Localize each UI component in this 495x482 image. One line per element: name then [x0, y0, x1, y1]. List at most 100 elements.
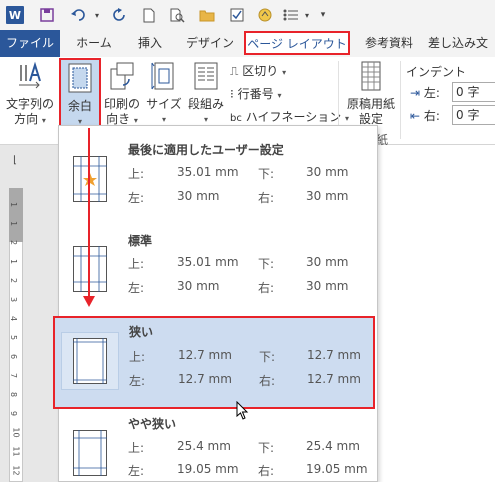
ruler-number: 1 — [9, 201, 19, 208]
right-label: 右: — [259, 374, 276, 388]
indent-left-icon: ⇥ — [410, 86, 421, 100]
word-icon: W — [6, 6, 24, 24]
orientation-button[interactable]: 印刷の 向き ▾ — [102, 61, 142, 128]
indent-heading: インデント — [406, 65, 467, 79]
quick-access-toolbar: W ▾ ▾ ▾ — [0, 0, 495, 30]
line-numbers-icon: ⁝ — [230, 87, 234, 101]
margins-button[interactable]: 余白 ▾ — [59, 58, 101, 128]
indent-left-label: ⇥ 左: — [410, 84, 440, 101]
top-value: 12.7 mm — [178, 348, 232, 362]
text-direction-icon — [19, 61, 41, 89]
bottom-label: 下: — [258, 167, 275, 181]
bottom-label: 下: — [258, 257, 275, 271]
indent-left-text: 左: — [423, 86, 440, 100]
margin-option-normal[interactable]: 標準 上: 35.01 mm 下: 30 mm 左: 30 mm 右: 30 m… — [59, 224, 377, 316]
margin-option-narrow[interactable]: 狭い 上: 12.7 mm 下: 12.7 mm 左: 12.7 mm 右: 1… — [53, 316, 375, 409]
columns-button[interactable]: 段組み ▾ — [186, 61, 226, 127]
manuscript-button[interactable]: 原稿用紙 設定 — [344, 61, 398, 127]
format-painter-icon[interactable] — [256, 6, 274, 24]
top-label: 上: — [128, 257, 145, 271]
orientation-icon — [110, 62, 134, 90]
left-value: 30 mm — [177, 279, 220, 293]
hyphenation-label: ハイフネーション — [245, 110, 342, 124]
option-title: 狭い — [129, 325, 154, 339]
dropdown-arrow-icon: ▾ — [277, 91, 282, 100]
open-folder-icon[interactable] — [198, 6, 216, 24]
top-value: 35.01 mm — [177, 165, 239, 179]
save-icon[interactable] — [38, 6, 56, 24]
tab-home[interactable]: ホーム — [70, 30, 118, 57]
tab-selector-icon[interactable]: ⌊ — [13, 155, 17, 166]
ribbon-tab-bar: ファイル ホーム 挿入 デザイン ページ レイアウト 参考資料 差し込み文 — [0, 30, 495, 57]
hyphenation-button[interactable]: bc ハイフネーション ▾ — [230, 108, 349, 125]
right-label: 右: — [258, 464, 275, 478]
custom-margin-thumbnail-icon — [73, 156, 107, 202]
normal-margin-thumbnail-icon — [73, 246, 107, 292]
size-button[interactable]: サイズ ▾ — [146, 61, 182, 127]
ruler-number: 2 — [9, 277, 19, 284]
redo-icon[interactable] — [110, 6, 128, 24]
ruler-number: 6 — [9, 353, 19, 360]
undo-dropdown-icon[interactable]: ▾ — [88, 6, 106, 24]
annotation-arrow-line — [88, 128, 90, 300]
ruler-number: 2 — [9, 239, 19, 246]
manuscript-label-1: 原稿用紙 — [346, 97, 395, 111]
checkbox-icon[interactable] — [228, 6, 246, 24]
ruler-number: 1 — [9, 220, 19, 227]
print-preview-icon[interactable] — [168, 6, 186, 24]
breaks-button[interactable]: ⎍ 区切り ▾ — [230, 62, 286, 79]
left-value: 30 mm — [177, 189, 220, 203]
bottom-label: 下: — [259, 350, 276, 364]
tab-mailings[interactable]: 差し込み文 — [428, 30, 495, 57]
margin-option-custom[interactable]: 最後に適用したユーザー設定 上: 35.01 mm 下: 30 mm 左: 30… — [59, 130, 377, 222]
option-title: 最後に適用したユーザー設定 — [128, 143, 284, 157]
left-value: 12.7 mm — [178, 372, 232, 386]
tab-file[interactable]: ファイル — [0, 30, 60, 57]
size-label: サイズ — [146, 97, 182, 111]
ruler-number: 10 — [11, 427, 21, 438]
line-numbers-button[interactable]: ⁝ 行番号 ▾ — [230, 85, 282, 102]
customize-icon[interactable]: ▾ — [314, 6, 332, 24]
moderate-margin-thumbnail-icon — [73, 430, 107, 476]
text-direction-label-2: 方向 — [14, 112, 39, 126]
tab-insert[interactable]: 挿入 — [128, 30, 172, 57]
ruler-number: 12 — [11, 465, 21, 476]
left-label: 左: — [129, 374, 146, 388]
bottom-label: 下: — [258, 441, 275, 455]
group-separator — [400, 61, 401, 139]
ruler-number: 9 — [9, 410, 19, 417]
undo-icon[interactable] — [70, 6, 88, 24]
ruler-number: 3 — [9, 296, 19, 303]
margins-label: 余白 — [67, 99, 92, 113]
top-value: 25.4 mm — [177, 439, 231, 453]
right-label: 右: — [258, 281, 275, 295]
left-value: 19.05 mm — [177, 462, 239, 476]
columns-label: 段組み — [187, 97, 224, 111]
new-doc-icon[interactable] — [140, 6, 158, 24]
dropdown-arrow-icon: ▾ — [133, 116, 138, 125]
indent-left-input[interactable]: 0 字 — [452, 82, 495, 102]
ruler-number: 5 — [9, 334, 19, 341]
option-title: やや狭い — [128, 417, 177, 431]
bottom-value: 30 mm — [306, 255, 349, 269]
tab-design[interactable]: デザイン — [182, 30, 238, 57]
right-value: 12.7 mm — [307, 372, 361, 386]
margin-option-moderate[interactable]: やや狭い 上: 25.4 mm 下: 25.4 mm 左: 19.05 mm 右… — [59, 412, 377, 482]
right-label: 右: — [258, 191, 275, 205]
indent-right-input[interactable]: 0 字 — [452, 105, 495, 125]
text-direction-label-1: 文字列の — [5, 97, 54, 111]
columns-icon — [194, 62, 218, 90]
top-value: 35.01 mm — [177, 255, 239, 269]
line-numbers-label: 行番号 — [237, 87, 274, 101]
right-value: 30 mm — [306, 279, 349, 293]
indent-right-icon: ⇤ — [410, 109, 421, 123]
tab-references[interactable]: 参考資料 — [358, 30, 420, 57]
vertical-ruler-margin — [9, 188, 23, 242]
top-label: 上: — [128, 441, 145, 455]
left-label: 左: — [128, 464, 145, 478]
indent-right-label: ⇤ 右: — [410, 107, 440, 124]
tab-page-layout[interactable]: ページ レイアウト — [244, 31, 350, 55]
annotation-arrow-head — [83, 296, 95, 307]
option-title: 標準 — [128, 234, 153, 248]
text-direction-button[interactable]: 文字列の 方向 ▾ — [4, 61, 56, 128]
